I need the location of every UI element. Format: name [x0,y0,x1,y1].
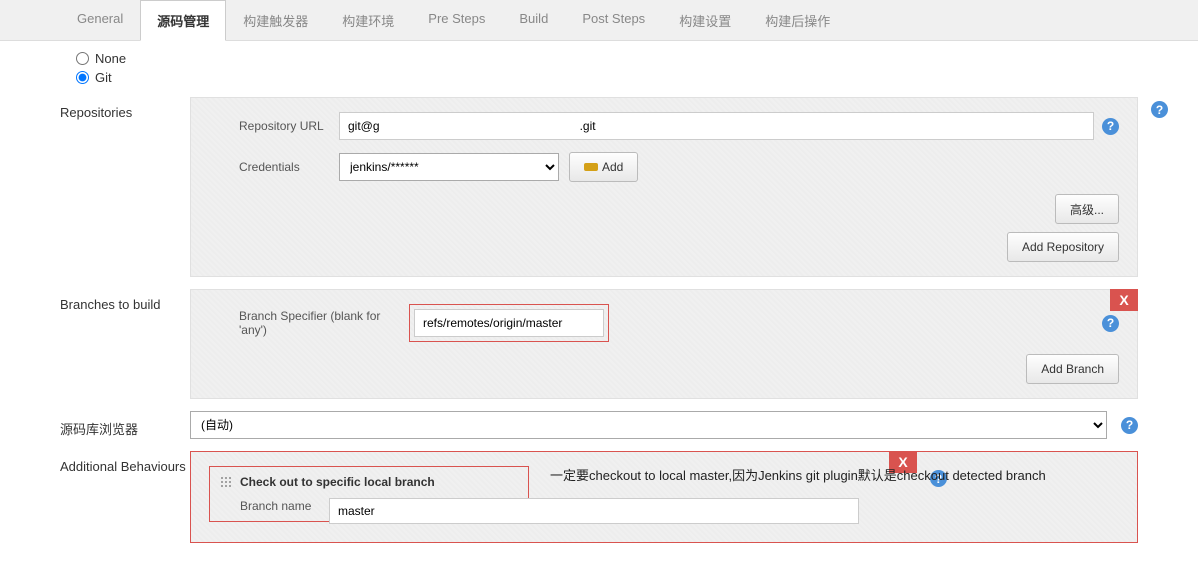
branches-label: Branches to build [60,289,190,312]
branch-specifier-input[interactable] [414,309,604,337]
tab-general[interactable]: General [60,0,140,40]
scm-git-radio[interactable] [76,71,89,84]
repo-browser-label: 源码库浏览器 [60,411,190,438]
branch-specifier-label: Branch Specifier (blank for 'any') [239,309,409,337]
scm-git-label: Git [95,70,112,85]
close-icon[interactable]: X [1110,289,1138,311]
behaviour-checkout-title: Check out to specific local branch [240,475,435,489]
credentials-select[interactable]: jenkins/****** [339,153,559,181]
repositories-panel: Repository URL ? Credentials jenkins/***… [190,97,1138,277]
help-icon[interactable]: ? [1102,315,1119,332]
tab-postbuild[interactable]: 构建后操作 [748,0,847,40]
config-tabs: General 源码管理 构建触发器 构建环境 Pre Steps Build … [0,0,1198,41]
help-icon[interactable]: ? [1151,101,1168,118]
scm-none-radio[interactable] [76,52,89,65]
tab-build[interactable]: Build [502,0,565,40]
drag-handle-icon[interactable] [220,476,232,488]
repo-url-input[interactable] [339,112,1094,140]
branch-specifier-highlight [409,304,609,342]
add-branch-button[interactable]: Add Branch [1026,354,1119,384]
advanced-button[interactable]: 高级... [1055,194,1119,224]
add-repository-button[interactable]: Add Repository [1007,232,1119,262]
help-icon[interactable]: ? [1121,417,1138,434]
annotation-text: 一定要checkout to local master,因为Jenkins gi… [550,465,1046,484]
repo-browser-select[interactable]: (自动) [190,411,1107,439]
tab-settings[interactable]: 构建设置 [662,0,748,40]
tab-pre-steps[interactable]: Pre Steps [411,0,502,40]
scm-none-label: None [95,51,126,66]
branch-name-input[interactable] [329,498,859,524]
key-icon [584,163,598,171]
repositories-label: Repositories [60,97,190,120]
tab-scm[interactable]: 源码管理 [140,0,226,41]
repo-url-label: Repository URL [239,119,339,133]
credentials-label: Credentials [239,160,339,174]
help-icon[interactable]: ? [1102,118,1119,135]
tab-post-steps[interactable]: Post Steps [565,0,662,40]
add-credentials-button[interactable]: Add [569,152,638,182]
tab-env[interactable]: 构建环境 [325,0,411,40]
tab-triggers[interactable]: 构建触发器 [226,0,325,40]
branches-panel: X Branch Specifier (blank for 'any') ? A… [190,289,1138,399]
branch-name-label: Branch name [240,499,330,513]
